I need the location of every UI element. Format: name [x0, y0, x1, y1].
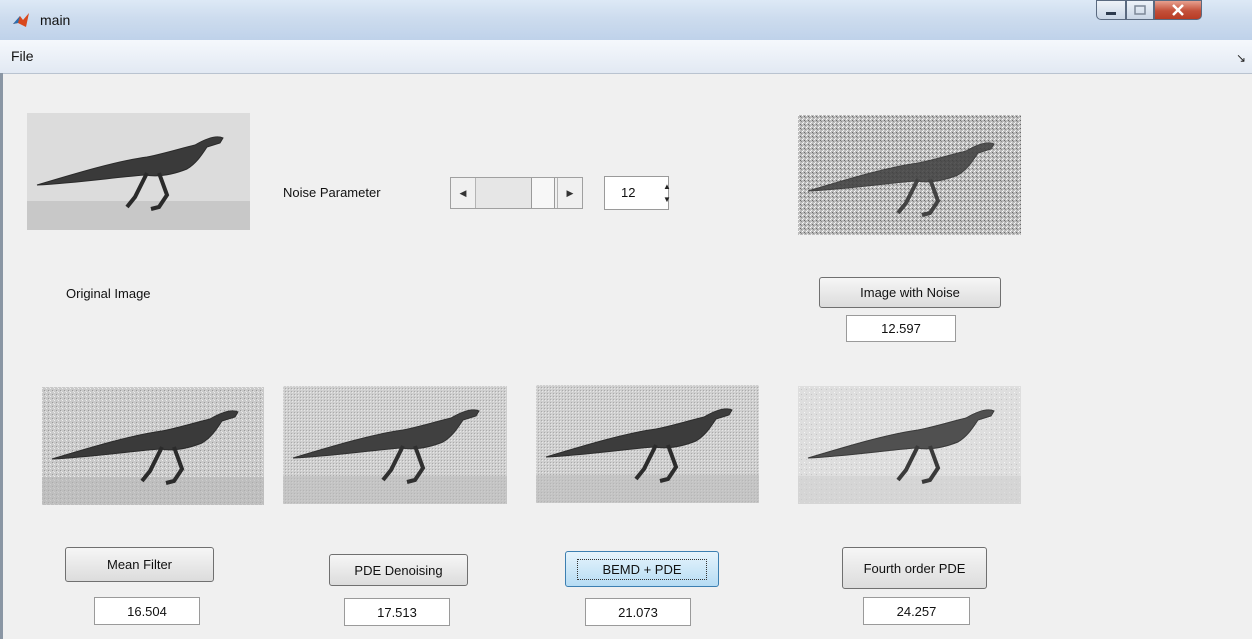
mean-filter-psnr-value: 16.504 [94, 597, 200, 625]
fourth-order-pde-button[interactable]: Fourth order PDE [842, 547, 987, 589]
app-window: main File ↘ Original Image Noise Paramet… [0, 0, 1252, 639]
fourth-order-pde-image [798, 386, 1021, 504]
dock-arrow-icon[interactable]: ↘ [1236, 51, 1246, 65]
minimize-icon [1106, 12, 1116, 15]
noisy-psnr-value: 12.597 [846, 315, 956, 342]
title-bar[interactable]: main [0, 0, 1252, 40]
fourth-order-pde-psnr-value: 24.257 [863, 597, 970, 625]
dinosaur-pde-image [283, 386, 507, 504]
minimize-button[interactable] [1096, 0, 1126, 20]
window-title: main [40, 12, 71, 28]
dinosaur-image [27, 113, 250, 230]
maximize-button[interactable] [1126, 0, 1154, 20]
mean-filter-button[interactable]: Mean Filter [65, 547, 214, 582]
menu-bar: File ↘ [0, 40, 1252, 74]
close-button[interactable] [1154, 0, 1202, 20]
pde-denoising-psnr-value: 17.513 [344, 598, 450, 626]
pde-denoising-image [283, 386, 507, 504]
original-image [27, 113, 250, 230]
spin-up-icon[interactable]: ▲ [663, 182, 671, 191]
noise-value[interactable]: 12 [621, 185, 635, 200]
dinosaur-mean-filter-image [42, 387, 264, 505]
matlab-icon [13, 13, 29, 27]
original-image-label: Original Image [66, 286, 151, 301]
bemd-pde-psnr-value: 21.073 [585, 598, 691, 626]
noise-parameter-label: Noise Parameter [283, 185, 381, 200]
slider-thumb[interactable] [531, 178, 555, 208]
bemd-pde-button-label: BEMD + PDE [577, 558, 707, 580]
spin-down-icon[interactable]: ▼ [663, 195, 671, 204]
menu-file[interactable]: File [11, 48, 34, 64]
slider-right-arrow-icon[interactable]: ▶ [557, 178, 582, 208]
image-with-noise-button[interactable]: Image with Noise [819, 277, 1001, 308]
slider-left-arrow-icon[interactable]: ◀ [451, 178, 476, 208]
slider-trough[interactable] [476, 178, 531, 208]
maximize-icon [1134, 5, 1146, 15]
noise-value-spinner[interactable]: 12 ▲ ▼ [604, 176, 671, 210]
noisy-image [798, 115, 1021, 235]
mean-filter-image [42, 387, 264, 505]
close-icon [1172, 4, 1184, 16]
bemd-pde-image [536, 385, 759, 503]
window-left-edge [0, 73, 3, 639]
noise-slider[interactable]: ◀ ▶ [450, 177, 583, 209]
dinosaur-bemd-image [536, 385, 759, 503]
pde-denoising-button[interactable]: PDE Denoising [329, 554, 468, 586]
bemd-pde-button[interactable]: BEMD + PDE [565, 551, 719, 587]
dinosaur-noisy-image [798, 115, 1021, 235]
dinosaur-fourth-order-image [798, 386, 1021, 504]
